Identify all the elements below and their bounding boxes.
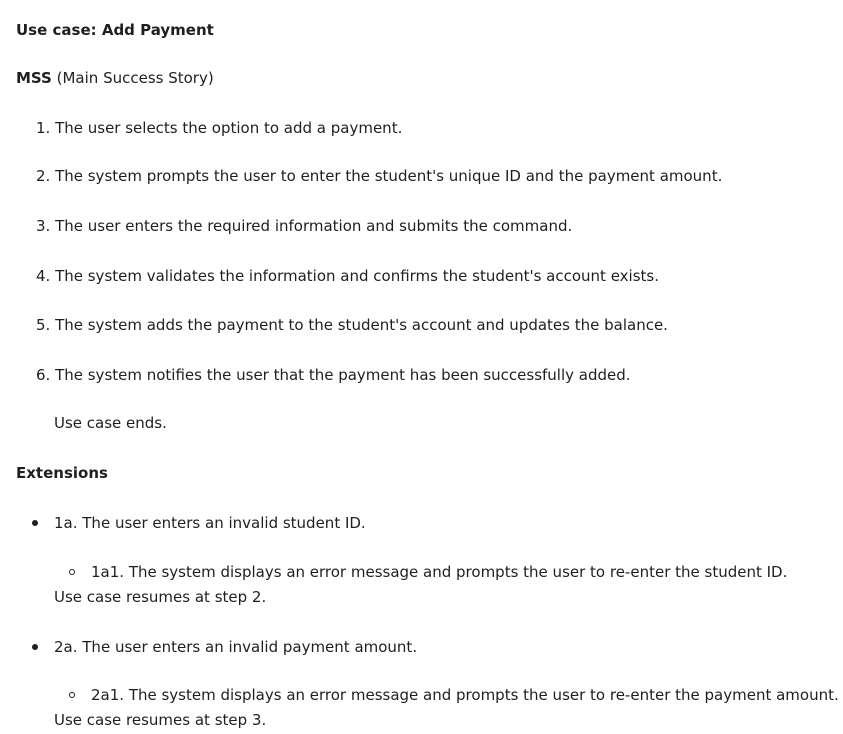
extension-1a1: 1a1. The system displays an error messag… [91,563,788,581]
circle-bullet-icon [69,569,75,575]
mss-heading: MSS (Main Success Story) [16,68,214,88]
mss-step-5: 5. The system adds the payment to the st… [36,316,668,334]
bullet-icon [32,644,38,650]
bullet-icon [32,520,38,526]
mss-step-2: 2. The system prompts the user to enter … [36,167,723,185]
extension-2a-resume: Use case resumes at step 3. [54,711,267,729]
mss-step-3: 3. The user enters the required informat… [36,217,573,235]
circle-bullet-icon [69,692,75,698]
extension-2a1: 2a1. The system displays an error messag… [91,686,839,704]
mss-subtitle: (Main Success Story) [56,69,214,87]
mss-label: MSS [16,69,52,87]
extension-1a-resume: Use case resumes at step 2. [54,588,267,606]
mss-step-4: 4. The system validates the information … [36,267,659,285]
mss-step-6: 6. The system notifies the user that the… [36,366,631,384]
extension-1a: 1a. The user enters an invalid student I… [54,514,366,532]
use-case-title: Use case: Add Payment [16,21,214,39]
extension-2a: 2a. The user enters an invalid payment a… [54,638,418,656]
extensions-heading: Extensions [16,464,108,482]
mss-step-1: 1. The user selects the option to add a … [36,119,403,137]
mss-end-text: Use case ends. [54,414,167,432]
